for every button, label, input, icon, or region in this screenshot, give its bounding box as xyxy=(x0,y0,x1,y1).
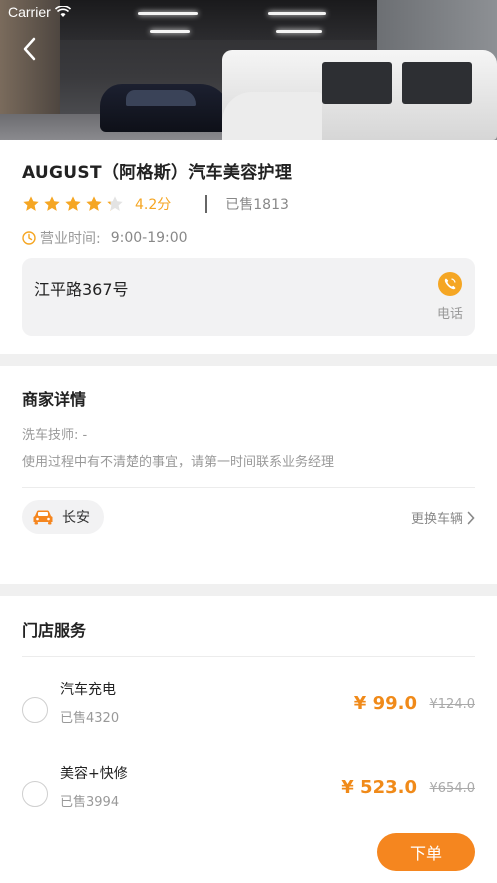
business-hours: 营业时间: 9:00-19:00 xyxy=(22,228,188,248)
carrier-label: Carrier xyxy=(8,4,51,20)
service-original-price: ¥654.0 xyxy=(429,781,476,796)
hero-light xyxy=(276,30,322,33)
service-name: 汽车充电 xyxy=(60,682,116,698)
hero-car-white xyxy=(222,50,497,140)
order-button[interactable]: 下单 xyxy=(377,833,475,871)
service-radio[interactable] xyxy=(22,697,48,723)
divider xyxy=(22,656,475,657)
star-icon xyxy=(44,196,60,211)
phone-button[interactable]: 电话 xyxy=(437,272,463,322)
services-title: 门店服务 xyxy=(22,621,87,640)
star-icon xyxy=(65,196,81,211)
car-icon xyxy=(33,510,53,525)
hero-car-dark xyxy=(100,84,230,132)
hero-light xyxy=(138,12,198,15)
back-button[interactable] xyxy=(14,34,44,64)
clock-icon xyxy=(22,231,36,245)
car-name: 长安 xyxy=(62,510,90,526)
service-sold: 已售4320 xyxy=(60,711,120,726)
hero-light xyxy=(150,30,190,33)
swap-car-label: 更换车辆 xyxy=(410,512,463,527)
address-box: 江平路367号 电话 xyxy=(22,258,475,336)
status-bar: Carrier xyxy=(8,4,71,20)
service-name: 美容+快修 xyxy=(60,766,128,782)
service-sold: 已售3994 xyxy=(60,795,120,810)
service-price: ¥ 99.0 xyxy=(353,693,417,714)
hours-value: 9:00-19:00 xyxy=(110,230,188,246)
details-title: 商家详情 xyxy=(22,390,87,409)
phone-label: 电话 xyxy=(436,307,463,322)
swap-car-link[interactable]: 更换车辆 xyxy=(411,508,475,527)
shop-hero-image: Carrier xyxy=(0,0,497,140)
section-gap xyxy=(0,584,497,596)
chevron-right-icon xyxy=(467,511,475,524)
shop-title: AUGUST（阿格斯）汽车美容护理 xyxy=(22,163,293,183)
car-chip[interactable]: 长安 xyxy=(22,500,104,534)
divider xyxy=(205,195,208,213)
service-item[interactable]: 汽车充电 已售4320 ¥ 99.0 ¥124.0 xyxy=(0,675,497,745)
divider xyxy=(22,487,475,488)
service-price: ¥ 523.0 xyxy=(341,777,417,798)
phone-icon xyxy=(437,272,462,296)
star-icon xyxy=(86,196,102,211)
sold-count: 已售1813 xyxy=(225,197,289,213)
rating-row: 4.2分 已售1813 xyxy=(22,194,289,214)
half-star-icon xyxy=(107,196,123,211)
address-text: 江平路367号 xyxy=(34,280,129,299)
hero-light xyxy=(268,12,326,15)
technician-text: 洗车技师: - xyxy=(22,428,88,443)
section-gap xyxy=(0,354,497,366)
back-arrow-icon xyxy=(23,37,36,61)
details-note: 使用过程中有不清楚的事宜，请第一时间联系业务经理 xyxy=(22,455,335,470)
service-original-price: ¥124.0 xyxy=(429,697,476,712)
shop-info-card: AUGUST（阿格斯）汽车美容护理 4.2分 已售1813 营业时间: 9:00… xyxy=(0,140,497,354)
rating-score: 4.2分 xyxy=(135,197,172,213)
wifi-icon xyxy=(54,6,71,17)
star-icon xyxy=(23,196,39,211)
service-radio[interactable] xyxy=(22,781,48,807)
service-item[interactable]: 美容+快修 已售3994 ¥ 523.0 ¥654.0 xyxy=(0,759,497,829)
hours-label: 营业时间: xyxy=(40,231,101,247)
